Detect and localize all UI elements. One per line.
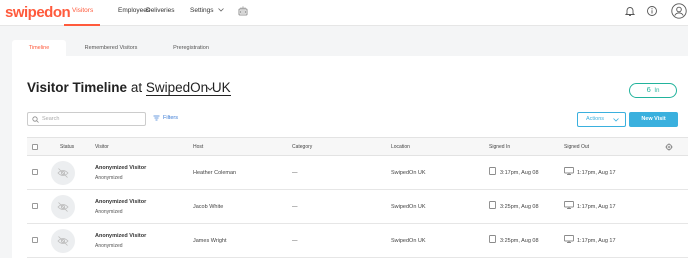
host-name: Jacob White (193, 204, 224, 210)
category: — (292, 170, 298, 176)
visitors-in-count: 6 (646, 85, 651, 94)
category: — (292, 238, 298, 244)
column-host[interactable]: Host (193, 144, 203, 150)
column-status[interactable]: Status (60, 144, 74, 150)
eye-off-icon (57, 202, 69, 212)
column-location[interactable]: Location (391, 144, 410, 150)
visitor-name[interactable]: Anonymized Visitor (95, 165, 146, 171)
desktop-icon (564, 167, 574, 175)
user-avatar-icon[interactable] (671, 3, 687, 19)
nav-settings-label: Settings (190, 7, 214, 14)
table-header: Status Visitor Host Category Location Si… (27, 137, 688, 156)
top-navigation: swipedon Visitors Employees Deliveries S… (0, 0, 688, 26)
visitor-company: Anonymized (95, 175, 123, 181)
row-checkbox[interactable] (32, 203, 38, 209)
page-title-text: Visitor Timeline (27, 80, 128, 95)
visitor-tabs: Timeline Remembered Visitors Preregistra… (0, 40, 688, 56)
table-row[interactable]: Anonymized Visitor Anonymized Jacob Whit… (27, 190, 688, 224)
location: SwipedOn UK (391, 170, 426, 176)
row-checkbox[interactable] (32, 237, 38, 243)
page-title-at: at (130, 80, 143, 95)
actions-label: Actions (586, 116, 605, 122)
column-visitor[interactable]: Visitor (95, 144, 109, 150)
signed-in-time: 3:17pm, Aug 08 (500, 170, 539, 176)
nav-active-indicator (64, 24, 100, 26)
row-checkbox[interactable] (32, 169, 38, 175)
column-signed-out[interactable]: Signed Out (564, 144, 589, 150)
main-panel: Visitor Timeline at SwipedOn UK 6 In Sea… (12, 56, 688, 258)
nav-visitors[interactable]: Visitors (72, 7, 93, 14)
visitor-avatar (51, 195, 75, 219)
visitor-name[interactable]: Anonymized Visitor (95, 199, 146, 205)
visitors-in-label: In (654, 88, 660, 94)
tab-timeline[interactable]: Timeline (12, 40, 66, 56)
tablet-icon (489, 201, 496, 209)
desktop-icon (564, 235, 574, 243)
nav-deliveries[interactable]: Deliveries (146, 7, 175, 14)
tablet-icon (489, 167, 496, 175)
category: — (292, 204, 298, 210)
search-input[interactable]: Search (27, 112, 146, 126)
sign-in-kiosk-icon[interactable] (237, 5, 249, 17)
bell-icon[interactable] (624, 5, 636, 17)
signed-out-time: 1:17pm, Aug 17 (577, 238, 616, 244)
chevron-down-icon[interactable] (206, 85, 214, 93)
visitors-in-button[interactable]: 6 In (629, 83, 677, 98)
tab-preregistration[interactable]: Preregistration (164, 40, 218, 56)
visitor-name[interactable]: Anonymized Visitor (95, 233, 146, 239)
location: SwipedOn UK (391, 238, 426, 244)
new-visit-button[interactable]: New Visit (629, 112, 678, 127)
signed-out-time: 1:17pm, Aug 17 (577, 204, 616, 210)
filter-icon (153, 115, 160, 121)
visitor-company: Anonymized (95, 243, 123, 249)
swipedon-logo[interactable]: swipedon (5, 4, 71, 21)
gear-icon[interactable] (665, 143, 673, 151)
chevron-down-icon (613, 118, 619, 122)
tablet-icon (489, 235, 496, 243)
select-all-checkbox[interactable] (32, 144, 38, 150)
eye-off-icon (57, 168, 69, 178)
location: SwipedOn UK (391, 204, 426, 210)
column-category[interactable]: Category (292, 144, 312, 150)
search-placeholder: Search (42, 116, 60, 122)
host-name: Heather Coleman (193, 170, 237, 176)
signed-in-time: 3:25pm, Aug 08 (500, 204, 539, 210)
actions-dropdown[interactable]: Actions (577, 112, 626, 127)
chevron-down-icon (218, 8, 225, 12)
visitor-avatar (51, 161, 75, 185)
table-row[interactable]: Anonymized Visitor Anonymized Heather Co… (27, 156, 688, 190)
filters-button[interactable]: Filters (153, 115, 178, 121)
visitor-company: Anonymized (95, 209, 123, 215)
visitor-avatar (51, 229, 75, 253)
table-row[interactable]: Anonymized Visitor Anonymized James Wrig… (27, 224, 688, 258)
search-icon (32, 116, 39, 123)
page-title: Visitor Timeline at SwipedOn UK (27, 80, 231, 96)
desktop-icon (564, 201, 574, 209)
help-icon[interactable] (646, 5, 658, 17)
host-name: James Wright (193, 238, 227, 244)
column-signed-in[interactable]: Signed In (489, 144, 510, 150)
filters-label: Filters (163, 115, 178, 121)
signed-in-time: 3:25pm, Aug 08 (500, 238, 539, 244)
eye-off-icon (57, 236, 69, 246)
nav-settings[interactable]: Settings (190, 7, 225, 14)
signed-out-time: 1:17pm, Aug 17 (577, 170, 616, 176)
tab-remembered-visitors[interactable]: Remembered Visitors (80, 40, 142, 56)
location-selector[interactable]: SwipedOn UK (145, 80, 231, 96)
